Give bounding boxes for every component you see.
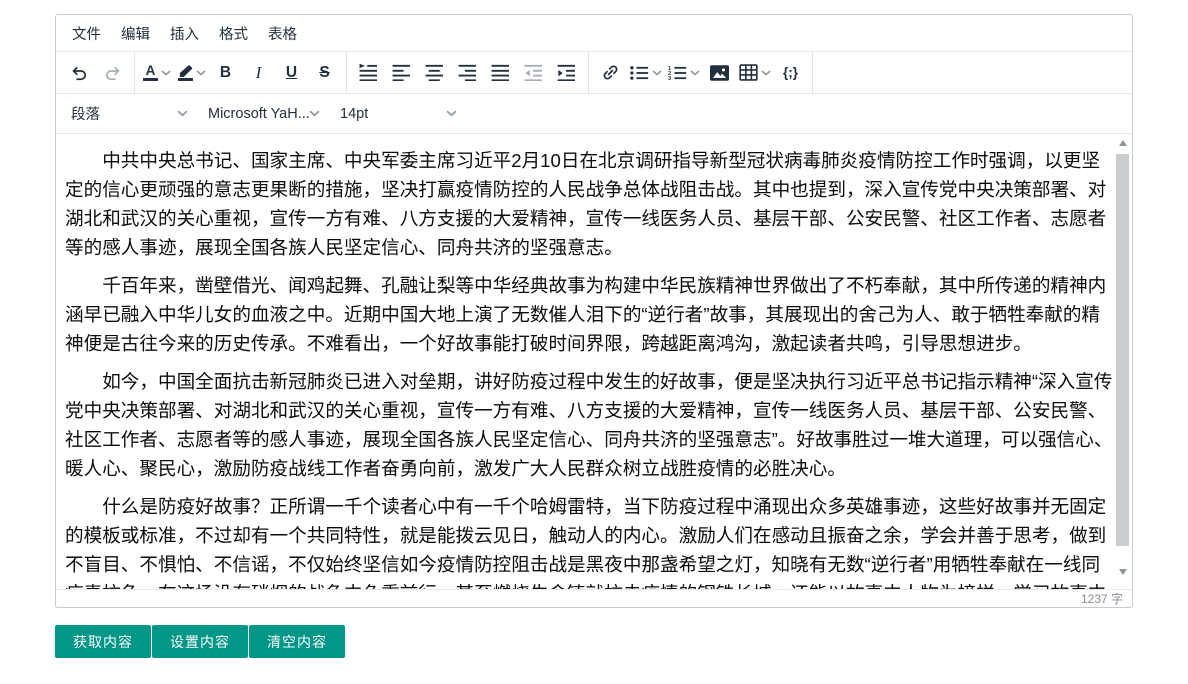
toolbar-group-history	[58, 52, 135, 93]
menu-item-insert[interactable]: 插入	[160, 18, 209, 49]
menu-item-file[interactable]: 文件	[62, 18, 111, 49]
action-buttons: 获取内容 设置内容 清空内容	[55, 625, 345, 658]
numbered-list-button[interactable]: 123	[665, 58, 703, 88]
toolbar-group-align	[347, 52, 589, 93]
first-line-indent-button[interactable]	[352, 58, 385, 88]
font-family-value: Microsoft YaH...	[208, 106, 309, 122]
menubar: 文件 编辑 插入 格式 表格	[56, 15, 1132, 52]
scrollbar-thumb[interactable]	[1116, 154, 1129, 546]
paragraph-format-value: 段落	[71, 103, 100, 124]
indent-button[interactable]	[550, 58, 583, 88]
redo-icon	[103, 64, 122, 82]
paragraph: 什么是防疫好故事？正所谓一千个读者心中有一千个哈姆雷特，当下防疫过程中涌现出众多…	[65, 492, 1114, 589]
indent-icon	[557, 64, 576, 81]
highlight-pen-icon	[177, 65, 193, 81]
chevron-down-icon	[309, 110, 320, 117]
rich-text-editor: 文件 编辑 插入 格式 表格 A	[55, 14, 1133, 608]
scrollbar[interactable]	[1115, 136, 1131, 579]
link-icon	[601, 63, 620, 82]
bold-icon: B	[220, 64, 231, 82]
align-right-icon	[458, 64, 477, 81]
text-color-icon: A	[143, 64, 158, 82]
menu-item-table[interactable]: 表格	[258, 18, 307, 49]
word-count: 1237 字	[1081, 590, 1123, 607]
undo-icon	[70, 64, 89, 82]
code-sample-button[interactable]: {;}	[774, 58, 807, 88]
chevron-down-icon	[161, 70, 171, 76]
chevron-down-icon	[652, 70, 662, 76]
toolbar-secondary: 段落 Microsoft YaH... 14pt	[56, 94, 1132, 134]
chevron-down-icon	[761, 70, 771, 76]
first-line-indent-icon	[359, 64, 378, 81]
numbered-list-icon: 123	[668, 65, 687, 81]
link-button[interactable]	[594, 58, 627, 88]
strikethrough-icon: S	[319, 64, 329, 82]
menu-item-edit[interactable]: 编辑	[111, 18, 160, 49]
bullet-list-button[interactable]	[627, 58, 665, 88]
paragraph-format-dropdown[interactable]: 段落	[64, 99, 195, 129]
paragraph: 千百年来，凿壁借光、闻鸡起舞、孔融让梨等中华经典故事为构建中华民族精神世界做出了…	[65, 271, 1114, 358]
statusbar: 1237 字	[56, 589, 1132, 607]
outdent-button[interactable]	[517, 58, 550, 88]
scrollbar-up-arrow[interactable]	[1115, 136, 1131, 150]
bullet-list-icon	[630, 65, 649, 81]
chevron-down-icon	[196, 70, 206, 76]
get-content-button[interactable]: 获取内容	[55, 625, 151, 658]
align-center-icon	[425, 64, 444, 81]
redo-button[interactable]	[96, 58, 129, 88]
italic-icon: I	[256, 63, 262, 83]
chevron-down-icon	[177, 110, 188, 117]
undo-button[interactable]	[63, 58, 96, 88]
font-size-value: 14pt	[340, 106, 368, 122]
align-left-button[interactable]	[385, 58, 418, 88]
highlight-color-button[interactable]	[174, 58, 209, 88]
svg-text:3: 3	[668, 76, 671, 81]
insert-image-button[interactable]	[703, 58, 736, 88]
toolbar-group-fonts: A B I U S	[135, 52, 347, 93]
code-sample-icon: {;}	[783, 65, 798, 80]
editor-content-area: 中共中央总书记、国家主席、中央军委主席习近平2月10日在北京调研指导新型冠状病毒…	[56, 134, 1132, 589]
toolbar-group-insert: 123 {;}	[589, 52, 813, 93]
set-content-button[interactable]: 设置内容	[152, 625, 248, 658]
italic-button[interactable]: I	[242, 58, 275, 88]
align-justify-button[interactable]	[484, 58, 517, 88]
align-left-icon	[392, 64, 411, 81]
editor-content[interactable]: 中共中央总书记、国家主席、中央军委主席习近平2月10日在北京调研指导新型冠状病毒…	[56, 134, 1114, 589]
bold-button[interactable]: B	[209, 58, 242, 88]
menu-item-format[interactable]: 格式	[209, 18, 258, 49]
image-icon	[710, 65, 729, 81]
font-size-dropdown[interactable]: 14pt	[333, 99, 464, 129]
chevron-down-icon	[690, 70, 700, 76]
align-center-button[interactable]	[418, 58, 451, 88]
table-icon	[739, 64, 758, 81]
underline-button[interactable]: U	[275, 58, 308, 88]
align-justify-icon	[491, 64, 510, 81]
paragraph: 如今，中国全面抗击新冠肺炎已进入对垒期，讲好防疫过程中发生的好故事，便是坚决执行…	[65, 367, 1114, 483]
font-family-dropdown[interactable]: Microsoft YaH...	[201, 99, 327, 129]
underline-icon: U	[286, 64, 297, 82]
table-button[interactable]	[736, 58, 774, 88]
clear-content-button[interactable]: 清空内容	[249, 625, 345, 658]
chevron-down-icon	[446, 110, 457, 117]
paragraph: 中共中央总书记、国家主席、中央军委主席习近平2月10日在北京调研指导新型冠状病毒…	[65, 146, 1114, 262]
outdent-icon	[524, 64, 543, 81]
scrollbar-down-arrow[interactable]	[1115, 565, 1131, 579]
text-color-button[interactable]: A	[140, 58, 174, 88]
toolbar-primary: A B I U S	[56, 52, 1132, 94]
align-right-button[interactable]	[451, 58, 484, 88]
strikethrough-button[interactable]: S	[308, 58, 341, 88]
